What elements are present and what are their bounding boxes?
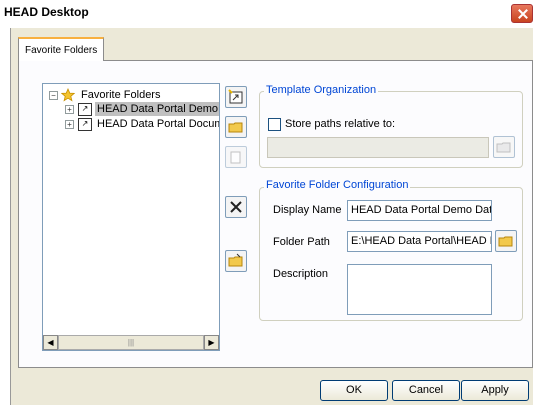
description-textarea[interactable] [347, 264, 492, 315]
folder-path-label: Folder Path [273, 236, 330, 248]
tree-root-label: Favorite Folders [81, 89, 161, 101]
tree-horizontal-scrollbar[interactable]: ◀ ||| ▶ [43, 335, 219, 350]
close-button[interactable] [511, 4, 533, 23]
folder-tree[interactable]: − Favorite Folders + ↗ HEAD Data Portal … [42, 83, 220, 351]
browse-folder-button[interactable] [225, 250, 247, 272]
description-label: Description [273, 268, 329, 280]
tab-label: Favorite Folders [25, 45, 98, 56]
folder-icon [228, 122, 243, 133]
open-folder-icon [496, 142, 511, 153]
add-favorite-button[interactable] [225, 86, 247, 108]
delete-button[interactable] [225, 196, 247, 218]
add-folder-shortcut-icon [228, 89, 243, 104]
scroll-thumb[interactable]: ||| [58, 335, 204, 350]
tab-favorite-folders[interactable]: Favorite Folders [18, 37, 104, 61]
scroll-left-icon[interactable]: ◀ [43, 335, 58, 350]
tree-item-label: HEAD Data Portal Documents [97, 118, 219, 130]
open-folder-icon [228, 253, 243, 267]
display-name-input[interactable]: HEAD Data Portal Demo Data [347, 200, 492, 221]
new-folder-button[interactable] [225, 116, 247, 138]
template-organization-legend: Template Organization [264, 84, 379, 96]
delete-x-icon [230, 201, 242, 213]
expand-icon[interactable]: + [65, 105, 74, 114]
folder-path-input[interactable]: E:\HEAD Data Portal\HEAD Data Portal Dem… [347, 231, 492, 252]
display-name-label: Display Name [273, 204, 342, 216]
expand-icon[interactable]: + [65, 120, 74, 129]
relative-path-field[interactable] [267, 137, 489, 158]
open-folder-icon [498, 236, 513, 247]
copy-button[interactable] [225, 146, 247, 168]
folder-shortcut-icon: ↗ [78, 118, 92, 131]
store-paths-checkbox[interactable] [268, 118, 281, 131]
relative-path-browse-button[interactable] [493, 136, 515, 158]
star-icon [61, 88, 75, 102]
apply-button[interactable]: Apply [461, 380, 529, 401]
scroll-right-icon[interactable]: ▶ [204, 335, 219, 350]
store-paths-label: Store paths relative to: [285, 118, 396, 130]
window-title: HEAD Desktop [4, 5, 89, 19]
folder-shortcut-icon: ↗ [78, 103, 92, 116]
folder-configuration-legend: Favorite Folder Configuration [264, 179, 411, 191]
tree-item-label: HEAD Data Portal Demo Data [95, 102, 219, 116]
folder-path-browse-button[interactable] [495, 230, 517, 252]
title-bar: HEAD Desktop [0, 0, 533, 26]
collapse-icon[interactable]: − [49, 91, 58, 100]
ok-button[interactable]: OK [320, 380, 388, 401]
copy-icon [230, 151, 241, 164]
cancel-button[interactable]: Cancel [392, 380, 460, 401]
